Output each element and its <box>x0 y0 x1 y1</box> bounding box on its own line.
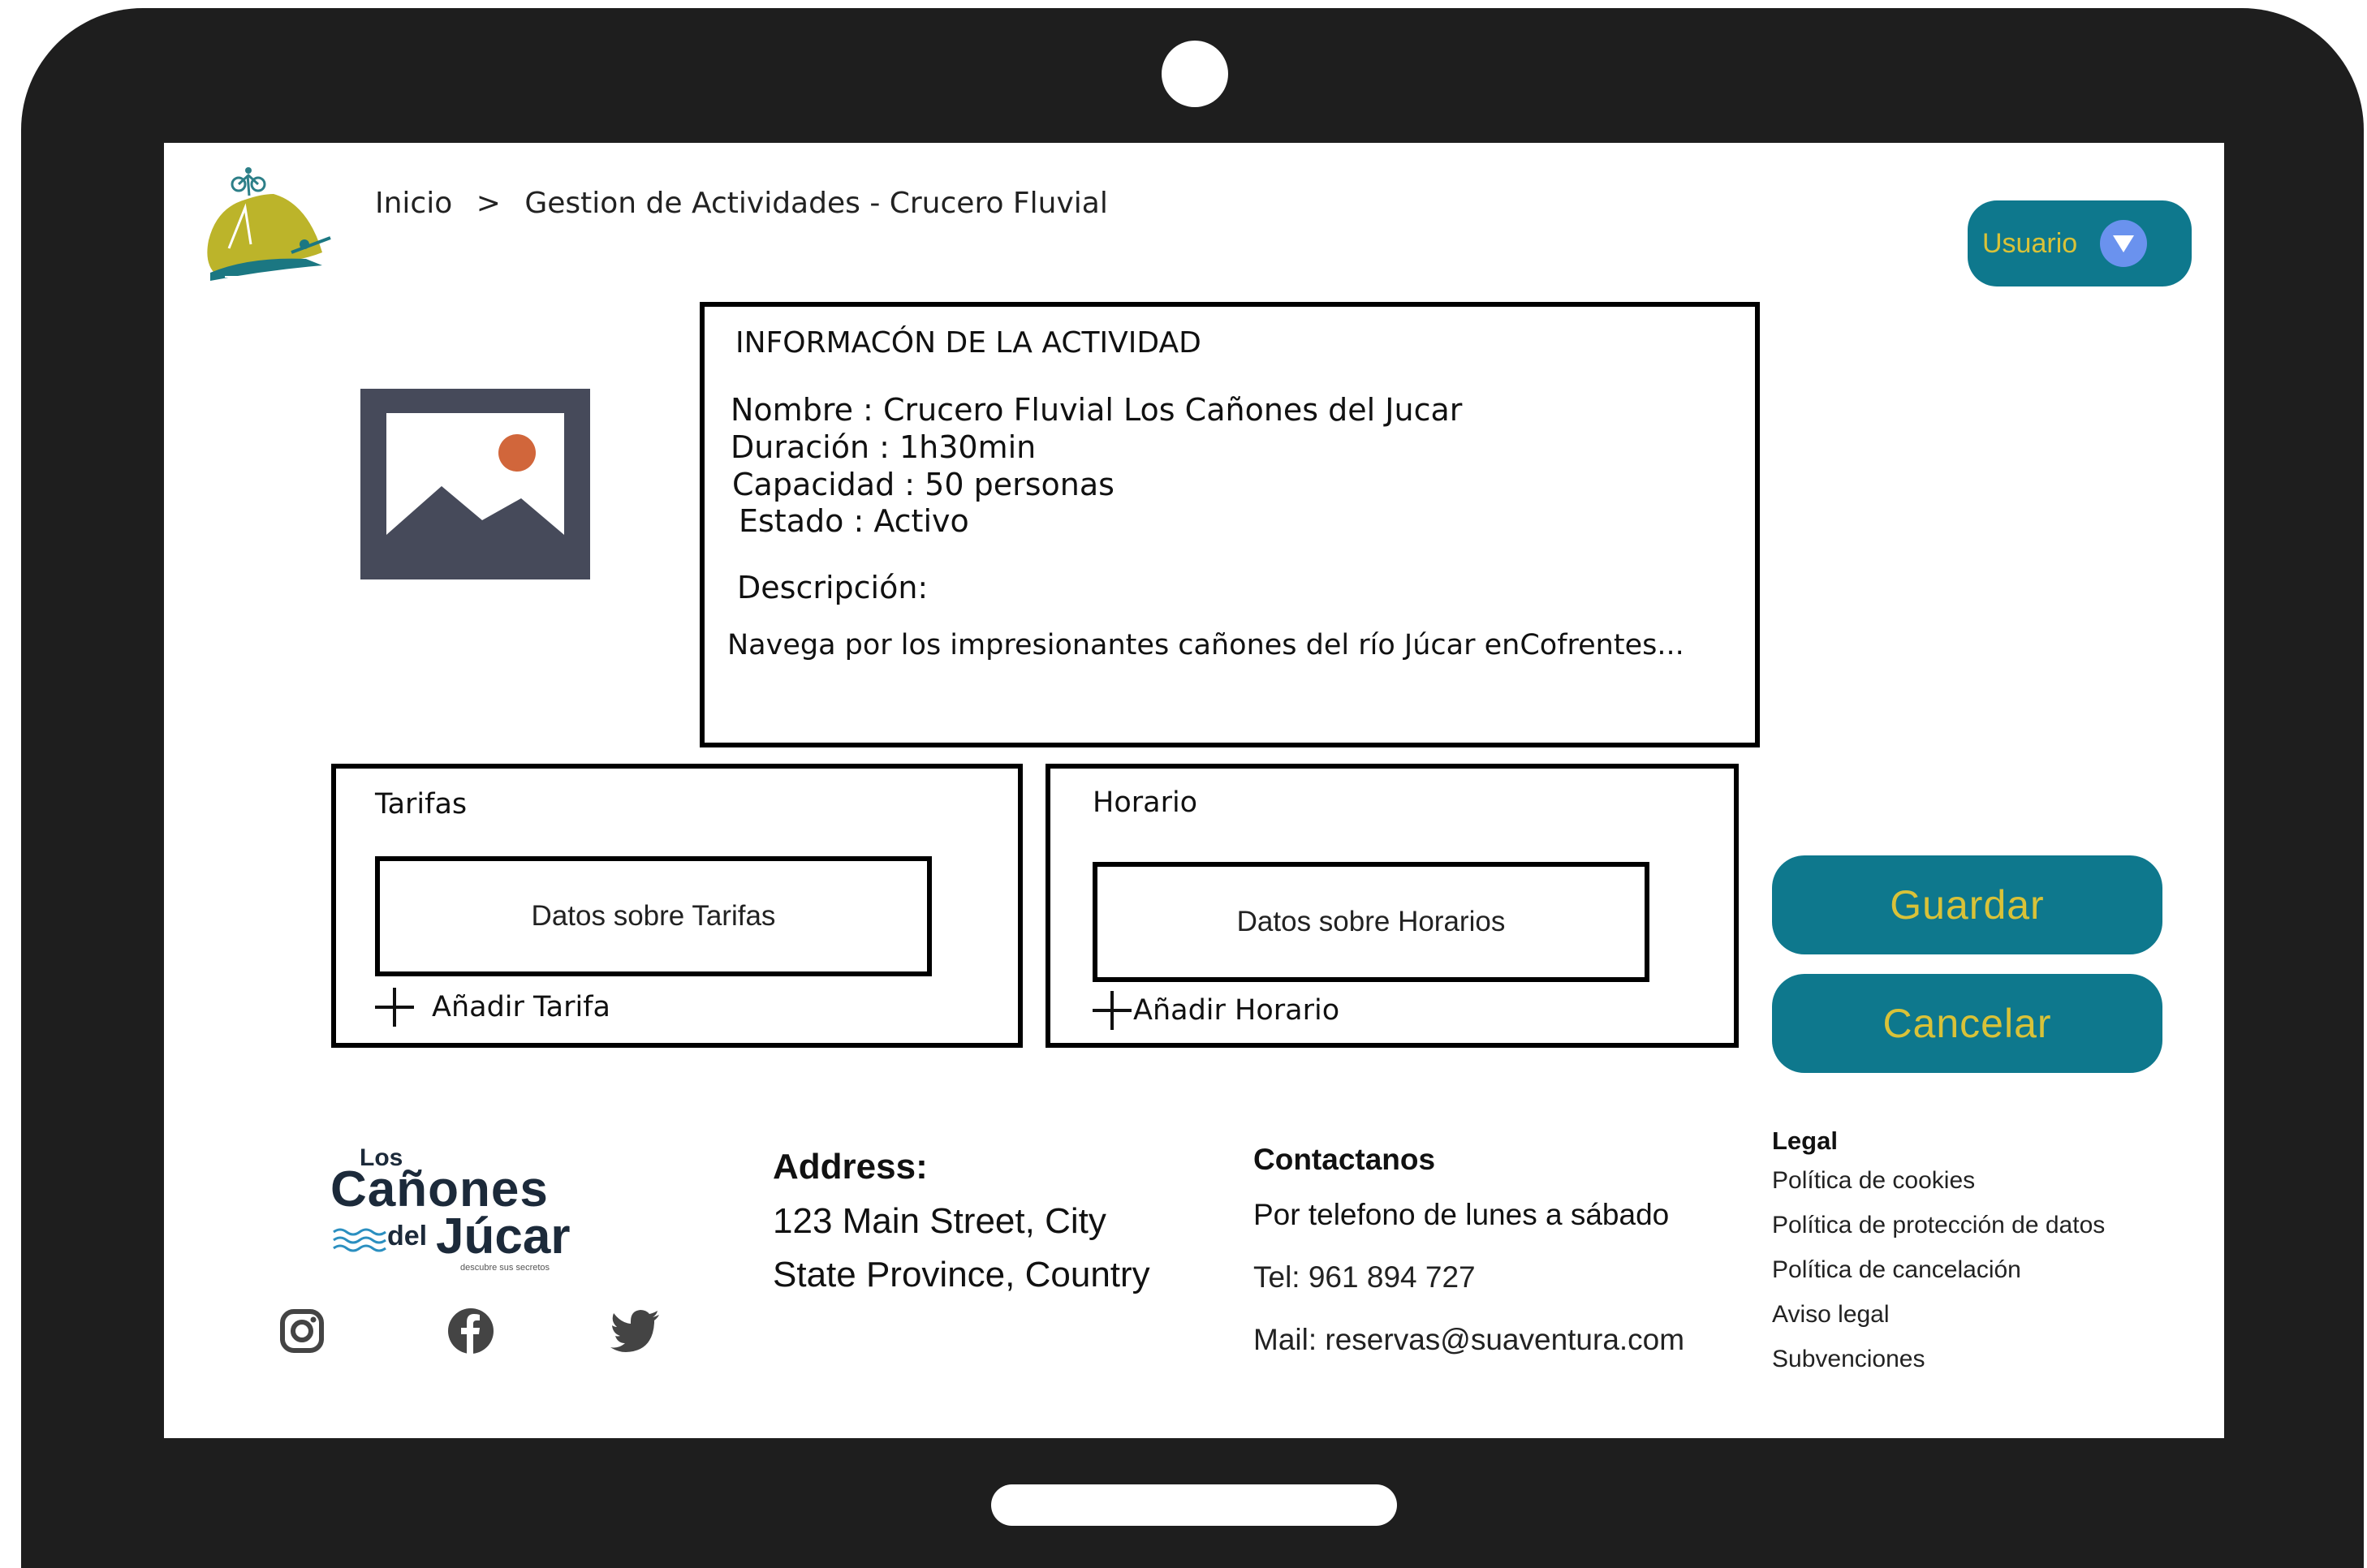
waves-icon <box>333 1228 386 1252</box>
footer-contact-phone[interactable]: Tel: 961 894 727 <box>1253 1260 1476 1294</box>
twitter-icon[interactable] <box>610 1310 661 1352</box>
legal-link-cookies[interactable]: Política de cookies <box>1772 1167 1975 1195</box>
activity-image-placeholder[interactable] <box>360 389 590 579</box>
add-tarifa-label: Añadir Tarifa <box>432 991 610 1023</box>
cancel-button-label: Cancelar <box>1882 1001 2052 1046</box>
facebook-icon[interactable] <box>446 1307 495 1355</box>
legal-link-subsidies[interactable]: Subvenciones <box>1772 1346 1925 1373</box>
horario-title: Horario <box>1093 786 1198 819</box>
activity-capacity: Capacidad : 50 personas <box>732 467 1115 502</box>
brand-tagline: descubre sus secretos <box>460 1263 550 1273</box>
tarifas-title: Tarifas <box>375 788 468 821</box>
activity-description-label: Descripción: <box>737 570 929 605</box>
horario-panel: Horario Datos sobre Horarios Añadir Hora… <box>1046 764 1739 1048</box>
horario-data-label: Datos sobre Horarios <box>1236 906 1506 937</box>
tarifas-data-box[interactable]: Datos sobre Tarifas <box>375 856 932 976</box>
footer-address-line1: 123 Main Street, City <box>773 1201 1106 1241</box>
tarifas-panel: Tarifas Datos sobre Tarifas Añadir Tarif… <box>331 764 1023 1048</box>
activity-duration: Duración : 1h30min <box>731 429 1037 465</box>
image-placeholder-icon <box>386 413 564 555</box>
user-menu-button[interactable]: Usuario <box>1968 200 2192 286</box>
add-tarifa-button[interactable]: Añadir Tarifa <box>373 986 610 1028</box>
horario-data-box[interactable]: Datos sobre Horarios <box>1093 862 1649 982</box>
footer-contact-mail[interactable]: Mail: reservas@suaventura.com <box>1253 1323 1684 1357</box>
activity-info-panel: INFORMACÓN DE LA ACTIVIDAD Nombre : Cruc… <box>700 302 1760 747</box>
instagram-icon[interactable] <box>279 1308 325 1354</box>
save-button[interactable]: Guardar <box>1772 855 2162 954</box>
breadcrumb-current: Gestion de Actividades - Crucero Fluvial <box>524 187 1108 220</box>
breadcrumb-home-link[interactable]: Inicio <box>375 187 452 220</box>
plus-icon <box>1093 991 1132 1030</box>
plus-icon <box>375 988 414 1027</box>
tarifas-data-label: Datos sobre Tarifas <box>531 900 776 932</box>
home-bar[interactable] <box>991 1484 1397 1526</box>
camera-dot <box>1162 41 1228 107</box>
activity-name: Nombre : Crucero Fluvial Los Cañones del… <box>731 392 1463 428</box>
footer-address-title: Address: <box>773 1147 928 1187</box>
add-horario-label: Añadir Horario <box>1133 994 1340 1027</box>
user-menu-label: Usuario <box>1982 227 2078 259</box>
chevron-down-icon <box>2100 220 2148 267</box>
footer-contact-title: Contactanos <box>1253 1143 1436 1176</box>
footer-legal-title: Legal <box>1772 1126 1838 1155</box>
legal-link-legal-notice[interactable]: Aviso legal <box>1772 1301 1890 1329</box>
footer-address-line2: State Province, Country <box>773 1255 1150 1294</box>
footer-brand-logo: Los Cañones del Júcar descubre sus secre… <box>330 1144 590 1274</box>
app-screen: Inicio > Gestion de Actividades - Crucer… <box>164 143 2224 1438</box>
brand-del: del <box>387 1221 428 1251</box>
brand-jucar: Júcar <box>436 1208 571 1264</box>
save-button-label: Guardar <box>1890 882 2045 928</box>
breadcrumb: Inicio > Gestion de Actividades - Crucer… <box>375 187 1108 220</box>
cancel-button[interactable]: Cancelar <box>1772 974 2162 1073</box>
activity-description-text: Navega por los impresionantes cañones de… <box>727 629 1684 661</box>
activity-status: Estado : Activo <box>739 503 969 539</box>
breadcrumb-separator: > <box>476 187 501 220</box>
legal-link-cancellation[interactable]: Política de cancelación <box>1772 1256 2021 1284</box>
river-cruise-logo-icon <box>207 167 331 281</box>
footer-contact-hours: Por telefono de lunes a sábado <box>1253 1198 1670 1231</box>
brand-logo[interactable] <box>200 163 338 285</box>
legal-link-data-protection[interactable]: Política de protección de datos <box>1772 1212 2105 1239</box>
add-horario-button[interactable]: Añadir Horario <box>1091 989 1339 1032</box>
activity-info-title: INFORMACÓN DE LA ACTIVIDAD <box>735 326 1201 360</box>
